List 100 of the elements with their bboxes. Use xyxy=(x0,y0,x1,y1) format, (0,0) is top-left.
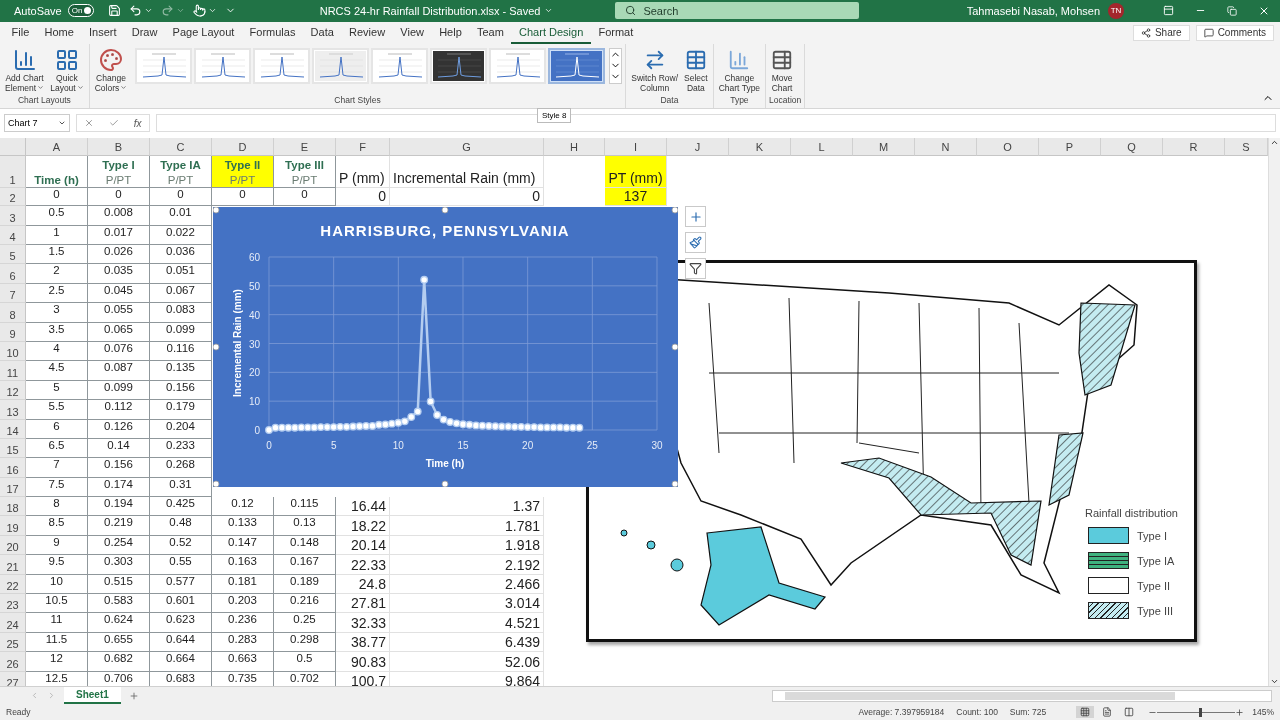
row-header[interactable]: 6 xyxy=(0,264,26,284)
column-header[interactable]: F xyxy=(336,138,390,157)
row-header[interactable]: 26 xyxy=(0,652,26,672)
ribbon-tab[interactable]: Formulas xyxy=(242,21,303,44)
column-header[interactable]: E xyxy=(274,138,336,157)
column-header[interactable]: C xyxy=(150,138,212,157)
normal-view-icon[interactable] xyxy=(1080,707,1091,718)
ribbon-button[interactable]: Change Colors xyxy=(92,46,130,94)
chart-side-button[interactable] xyxy=(685,232,706,254)
ribbon-tab[interactable]: Insert xyxy=(81,21,125,44)
view-button[interactable] xyxy=(1076,706,1095,719)
selection-handle[interactable] xyxy=(441,207,449,214)
selection-handle[interactable] xyxy=(213,480,220,488)
sheet-tab[interactable]: Sheet1 xyxy=(64,687,121,705)
row-header[interactable]: 5 xyxy=(0,245,26,265)
column-header[interactable]: G xyxy=(390,138,544,157)
add-sheet-icon[interactable] xyxy=(128,690,139,701)
column-header[interactable]: K xyxy=(729,138,791,157)
name-box[interactable]: Chart 7 xyxy=(4,114,70,133)
row-header[interactable]: 14 xyxy=(0,419,26,439)
row-header[interactable]: 12 xyxy=(0,380,26,401)
legend-label: Type I xyxy=(1137,529,1167,542)
selection-handle[interactable] xyxy=(671,207,678,214)
ribbon-button[interactable]: Add Chart Element xyxy=(3,46,47,94)
touch-icon[interactable] xyxy=(192,4,206,18)
row-header[interactable]: 13 xyxy=(0,400,26,420)
ribbon-tab[interactable]: Help xyxy=(431,21,470,44)
column-header[interactable]: N xyxy=(915,138,977,157)
row-header[interactable]: 2 xyxy=(0,188,26,207)
row-header[interactable]: 8 xyxy=(0,303,26,323)
column-header[interactable]: I xyxy=(605,138,667,157)
redo-icon[interactable] xyxy=(160,4,174,18)
row-header[interactable]: 1 xyxy=(0,156,26,189)
row-header[interactable]: 15 xyxy=(0,438,26,459)
selection-handle[interactable] xyxy=(671,480,678,488)
ribbon-button[interactable]: Move Chart xyxy=(769,46,796,94)
row-header[interactable]: 23 xyxy=(0,594,26,614)
column-header[interactable]: P xyxy=(1039,138,1101,157)
ribbon-tab[interactable]: Data xyxy=(303,21,342,44)
column-header[interactable]: M xyxy=(853,138,915,157)
row-header[interactable]: 10 xyxy=(0,341,26,362)
ribbon-tab[interactable]: File xyxy=(4,21,37,44)
chart-side-button[interactable] xyxy=(685,258,706,280)
cancel-icon[interactable] xyxy=(84,118,95,129)
autosave-toggle[interactable]: On xyxy=(67,4,94,18)
row-header[interactable]: 17 xyxy=(0,477,26,498)
row-header[interactable]: 11 xyxy=(0,361,26,381)
ribbon-tab[interactable]: View xyxy=(392,21,432,44)
column-header[interactable]: Q xyxy=(1101,138,1163,157)
zoom-thumb[interactable] xyxy=(1199,707,1203,717)
selection-handle[interactable] xyxy=(213,343,220,351)
horizontal-scrollbar[interactable] xyxy=(772,689,1272,702)
ribbon-button[interactable]: Quick Layout xyxy=(48,46,86,94)
column-header[interactable]: R xyxy=(1163,138,1225,157)
row-header[interactable]: 21 xyxy=(0,555,26,575)
column-header[interactable]: J xyxy=(667,138,729,157)
row-header[interactable]: 22 xyxy=(0,574,26,595)
table-cell: 9 xyxy=(26,535,88,556)
row-header[interactable]: 25 xyxy=(0,632,26,653)
column-header[interactable]: A xyxy=(26,138,88,157)
column-header[interactable]: D xyxy=(212,138,274,157)
column-header[interactable]: H xyxy=(544,138,605,157)
row-header[interactable]: 3 xyxy=(0,206,26,226)
row-header[interactable]: 24 xyxy=(0,613,26,633)
row-header[interactable]: 4 xyxy=(0,225,26,245)
selection-handle[interactable] xyxy=(671,343,678,351)
restore-icon[interactable] xyxy=(1227,5,1237,16)
ribbon-button[interactable]: Select Data xyxy=(682,46,710,94)
row-header[interactable]: 7 xyxy=(0,283,26,304)
comments-button[interactable]: Comments xyxy=(1195,24,1274,41)
ribbon-tab[interactable]: Review xyxy=(341,21,393,44)
ribbon-button[interactable]: Change Chart Type xyxy=(716,46,763,94)
page-layout-icon[interactable] xyxy=(1102,707,1113,718)
column-header[interactable]: O xyxy=(977,138,1039,157)
column-header[interactable]: L xyxy=(791,138,853,157)
row-header[interactable]: 18 xyxy=(0,497,26,517)
undo-icon[interactable] xyxy=(128,4,142,18)
ribbon-tab[interactable]: Page Layout xyxy=(165,21,242,44)
column-header[interactable]: S xyxy=(1225,138,1268,157)
insert-function-button[interactable]: fx xyxy=(133,117,142,129)
share-button[interactable]: Share xyxy=(1132,24,1190,41)
ribbon-tab[interactable]: Draw xyxy=(124,21,165,44)
ribbon-tab[interactable]: Team xyxy=(469,21,512,44)
selection-handle[interactable] xyxy=(441,480,449,488)
selection-handle[interactable] xyxy=(213,207,220,214)
row-header[interactable]: 19 xyxy=(0,516,26,536)
search-field[interactable]: Search xyxy=(615,2,860,20)
ribbon-tab[interactable]: Format xyxy=(590,21,641,44)
column-header[interactable]: B xyxy=(88,138,150,157)
row-header[interactable]: 9 xyxy=(0,322,26,342)
row-header[interactable]: 20 xyxy=(0,535,26,556)
ribbon-display-icon[interactable] xyxy=(1162,5,1174,17)
formula-field[interactable] xyxy=(156,114,1276,133)
zoom-in-icon[interactable] xyxy=(1235,707,1245,717)
save-icon[interactable] xyxy=(107,4,121,18)
ribbon-button[interactable]: Switch Row/ Column xyxy=(629,46,681,94)
page-break-icon[interactable] xyxy=(1124,707,1135,718)
user-avatar[interactable]: TN xyxy=(1108,2,1124,19)
row-header[interactable]: 16 xyxy=(0,458,26,478)
ribbon-tab[interactable]: Home xyxy=(36,21,82,44)
